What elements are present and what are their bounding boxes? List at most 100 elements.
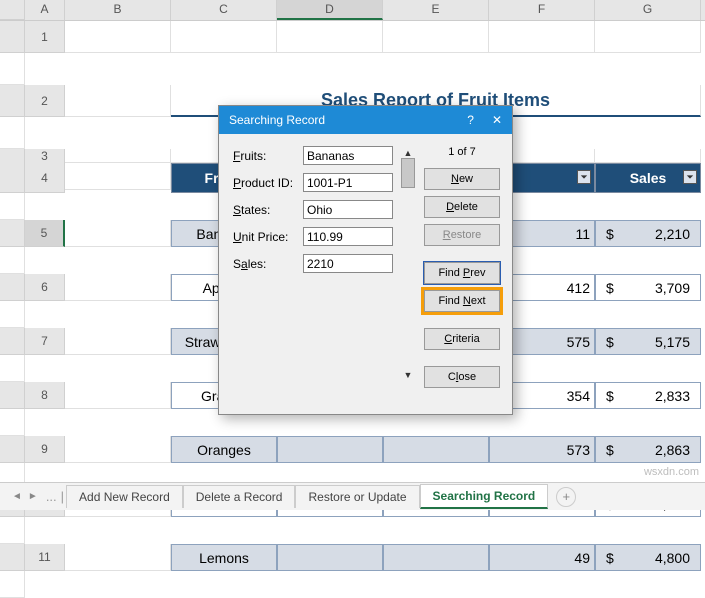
cell-hidden[interactable]: [383, 544, 489, 571]
tab-restore-or-update[interactable]: Restore or Update: [295, 485, 419, 508]
cell[interactable]: [595, 149, 701, 163]
input-productid[interactable]: [303, 173, 393, 192]
cell-sales[interactable]: $3,709: [595, 274, 701, 301]
cell[interactable]: [0, 117, 25, 149]
row-11[interactable]: 11: [25, 544, 65, 571]
row-6[interactable]: 6: [25, 274, 65, 301]
cell[interactable]: [0, 53, 25, 85]
add-sheet-button[interactable]: +: [556, 487, 576, 507]
cell[interactable]: [65, 436, 171, 463]
cell-sales[interactable]: $2,210: [595, 220, 701, 247]
restore-button: Restore: [424, 224, 500, 246]
label-sales: Sales:: [233, 257, 297, 271]
row-4[interactable]: 4: [25, 163, 65, 193]
cell[interactable]: [65, 382, 171, 409]
col-C[interactable]: C: [171, 0, 277, 20]
input-unitprice[interactable]: [303, 227, 393, 246]
cell[interactable]: [0, 247, 25, 274]
cell[interactable]: [383, 21, 489, 53]
cell-fruit[interactable]: Oranges: [171, 436, 277, 463]
cell[interactable]: [0, 355, 25, 382]
input-states[interactable]: [303, 200, 393, 219]
cell[interactable]: [277, 21, 383, 53]
cell[interactable]: [65, 21, 171, 53]
cell-hidden[interactable]: [277, 544, 383, 571]
cell[interactable]: [65, 544, 171, 571]
cell[interactable]: [65, 220, 171, 247]
cell-fruit[interactable]: Lemons: [171, 544, 277, 571]
cell[interactable]: [0, 571, 25, 598]
cell-hidden[interactable]: [383, 436, 489, 463]
sheet-tab-bar: ◄► ... | Add New Record Delete a Record …: [0, 482, 705, 510]
filter-icon[interactable]: [683, 170, 697, 184]
cell-sales[interactable]: $5,175: [595, 328, 701, 355]
cell[interactable]: [0, 193, 25, 220]
watermark: wsxdn.com: [644, 466, 699, 478]
row-9[interactable]: 9: [25, 436, 65, 463]
col-E[interactable]: E: [383, 0, 489, 20]
tab-searching-record[interactable]: Searching Record: [420, 484, 549, 509]
label-states: States:: [233, 203, 297, 217]
tab-delete-a-record[interactable]: Delete a Record: [183, 485, 296, 508]
cell[interactable]: [65, 163, 171, 190]
dialog-form: Fruits: Product ID: States: Unit Price: …: [233, 146, 394, 388]
cell[interactable]: [595, 21, 701, 53]
cell[interactable]: [0, 517, 25, 544]
label-productid: Product ID:: [233, 176, 297, 190]
close-icon[interactable]: ✕: [492, 113, 502, 127]
cell[interactable]: [65, 149, 171, 163]
label-unitprice: Unit Price:: [233, 230, 297, 244]
scroll-up-icon[interactable]: ▲: [404, 148, 413, 158]
cell[interactable]: [489, 21, 595, 53]
row-7[interactable]: 7: [25, 328, 65, 355]
select-all-corner[interactable]: [0, 0, 25, 20]
row-1[interactable]: 1: [25, 21, 65, 53]
help-icon[interactable]: ?: [467, 113, 474, 127]
input-fruits[interactable]: [303, 146, 393, 165]
cell-e-partial[interactable]: 49: [489, 544, 595, 571]
cell-sales[interactable]: $4,800: [595, 544, 701, 571]
criteria-button[interactable]: Criteria: [424, 328, 500, 350]
scroll-thumb[interactable]: [401, 158, 415, 188]
cell[interactable]: [0, 301, 25, 328]
tab-overflow[interactable]: ...: [44, 489, 59, 504]
close-button[interactable]: Close: [424, 366, 500, 388]
cell[interactable]: [65, 328, 171, 355]
cell-sales[interactable]: $2,863: [595, 436, 701, 463]
dialog-titlebar[interactable]: Searching Record ? ✕: [219, 106, 512, 134]
record-counter: 1 of 7: [448, 146, 476, 158]
col-A[interactable]: A: [25, 0, 65, 20]
dialog-scrollbar[interactable]: ▲ ▼: [400, 146, 416, 388]
label-fruits: Fruits:: [233, 149, 297, 163]
find-next-button[interactable]: Find Next: [424, 290, 500, 312]
dialog-title: Searching Record: [229, 113, 325, 127]
row-2[interactable]: 2: [25, 85, 65, 117]
cell[interactable]: [171, 21, 277, 53]
col-G[interactable]: G: [595, 0, 701, 20]
tab-nav-icons[interactable]: ◄►: [6, 491, 44, 502]
row-gap: [0, 21, 25, 53]
row-3[interactable]: 3: [25, 149, 65, 164]
col-B[interactable]: B: [65, 0, 171, 20]
col-F[interactable]: F: [489, 0, 595, 20]
cell-e-partial[interactable]: 573: [489, 436, 595, 463]
scroll-down-icon[interactable]: ▼: [404, 370, 413, 380]
input-sales[interactable]: [303, 254, 393, 273]
row-8[interactable]: 8: [25, 382, 65, 409]
column-headers: A B C D E F G: [0, 0, 705, 21]
row-5[interactable]: 5: [25, 220, 65, 247]
delete-button[interactable]: Delete: [424, 196, 500, 218]
tab-add-new-record[interactable]: Add New Record: [66, 485, 183, 508]
cell[interactable]: [0, 409, 25, 436]
header-sales[interactable]: Sales: [595, 163, 701, 193]
cell[interactable]: [65, 85, 171, 117]
searching-record-dialog: Searching Record ? ✕ Fruits: Product ID:…: [218, 105, 513, 415]
cell-hidden[interactable]: [277, 436, 383, 463]
find-prev-button[interactable]: Find Prev: [424, 262, 500, 284]
dialog-buttons: 1 of 7 New Delete Restore Find Prev Find…: [422, 146, 502, 388]
cell[interactable]: [65, 274, 171, 301]
new-button[interactable]: New: [424, 168, 500, 190]
col-D[interactable]: D: [277, 0, 383, 20]
cell-sales[interactable]: $2,833: [595, 382, 701, 409]
filter-icon[interactable]: [577, 170, 591, 184]
